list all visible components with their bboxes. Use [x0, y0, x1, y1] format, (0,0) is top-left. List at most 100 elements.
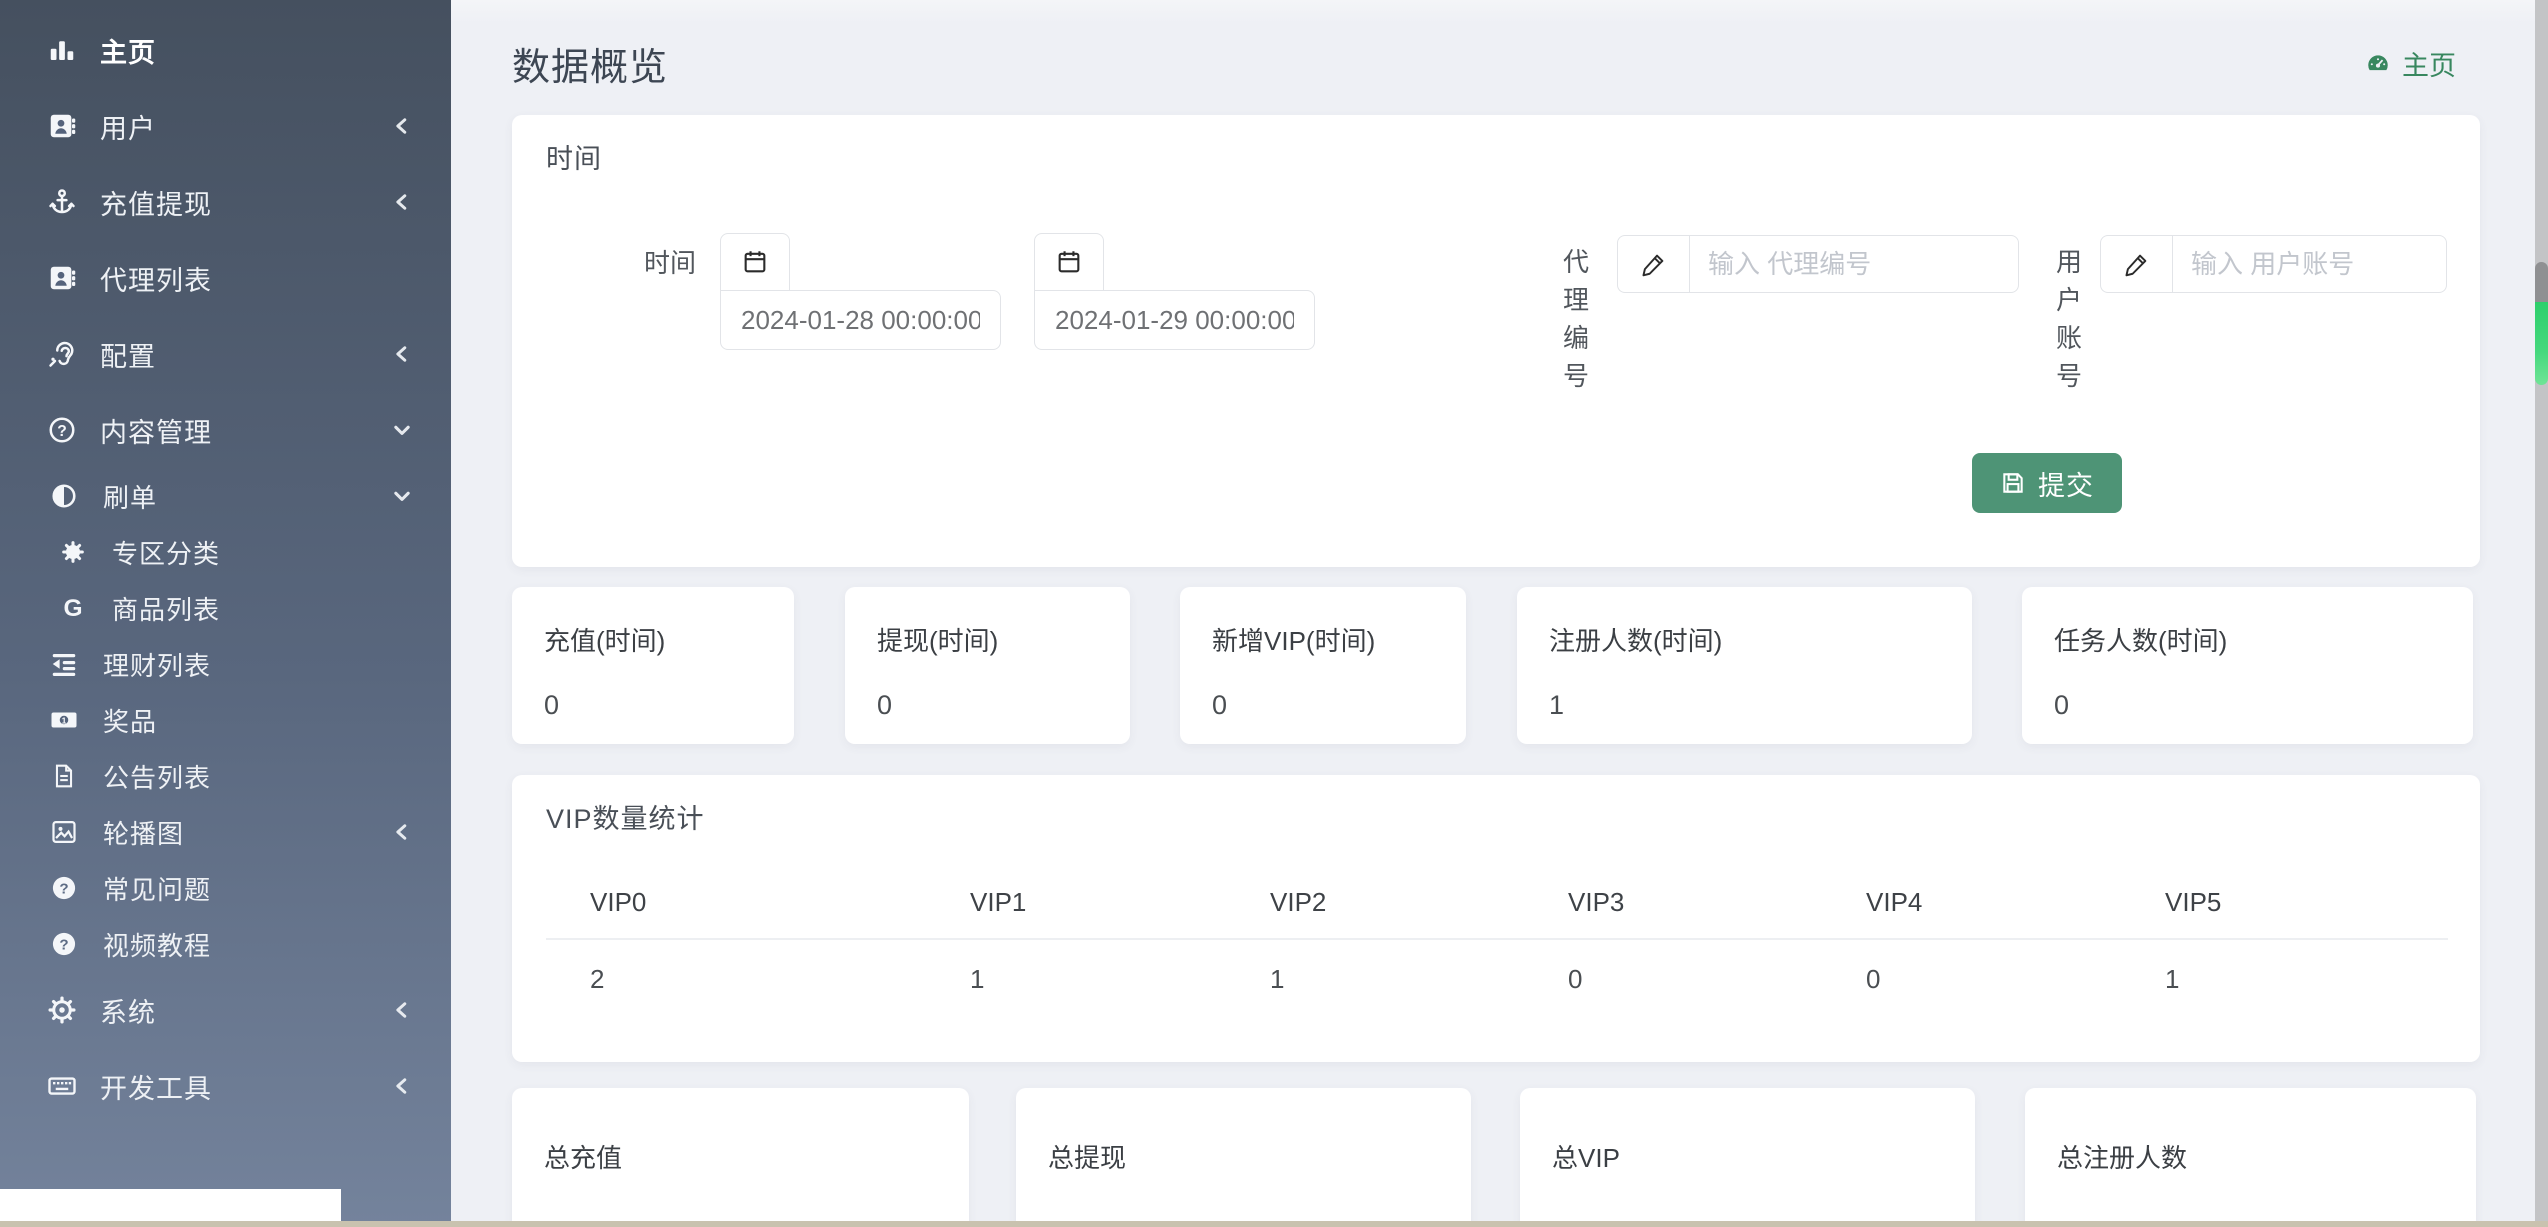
sidebar-item-content-mgmt[interactable]: ? 内容管理	[0, 392, 451, 468]
vertical-scrollbar-track[interactable]	[2535, 0, 2548, 1227]
sidebar-item-label: 轮播图	[103, 818, 185, 849]
image-icon	[48, 818, 80, 846]
svg-text:1: 1	[62, 716, 67, 725]
stat-card: 注册人数(时间) 1	[1517, 587, 1972, 744]
stat-card-label: 提现(时间)	[877, 626, 999, 656]
totals-row: 总充值 总提现 总VIP 总注册人数	[512, 1088, 2548, 1227]
vip-table: VIP0 VIP1 VIP2 VIP3 VIP4 VIP5 2 1 1 0 0 1	[546, 887, 2448, 995]
svg-text:?: ?	[59, 937, 68, 954]
sidebar-item-carousel[interactable]: 轮播图	[0, 804, 451, 860]
sidebar-item-users[interactable]: 用户	[0, 88, 451, 164]
breadcrumb-home-link[interactable]: 主页	[2363, 44, 2456, 83]
sidebar-item-agent-list[interactable]: 代理列表	[0, 240, 451, 316]
total-card: 总注册人数	[2025, 1088, 2476, 1227]
date-to-group	[1034, 233, 1315, 350]
sidebar-item-recharge-withdraw[interactable]: 充值提现	[0, 164, 451, 240]
vip-table-value-row: 2 1 1 0 0 1	[546, 939, 2448, 995]
date-to-input[interactable]	[1034, 290, 1315, 350]
stat-card-label: 注册人数(时间)	[1549, 626, 1723, 656]
sidebar-item-label: 视频教程	[103, 930, 212, 961]
certificate-icon	[58, 539, 88, 565]
sidebar-item-label: 系统	[100, 997, 156, 1028]
vip-column-header: VIP4	[1822, 887, 2121, 940]
total-card: 总充值	[512, 1088, 969, 1227]
user-account-label: 用户账号	[2056, 247, 2083, 391]
total-card-label: 总注册人数	[2057, 1143, 2188, 1173]
submit-button[interactable]: 提交	[1972, 453, 2122, 513]
date-from-input[interactable]	[720, 290, 1001, 350]
calendar-icon	[741, 248, 769, 276]
ear-listen-icon	[44, 339, 80, 369]
vip-column-header: VIP1	[926, 887, 1226, 940]
sidebar-item-prizes[interactable]: 1 奖品	[0, 692, 451, 748]
chevron-left-icon	[391, 115, 413, 137]
sidebar-item-label: 常见问题	[103, 874, 212, 905]
calendar-icon-button[interactable]	[720, 233, 790, 291]
stat-card: 新增VIP(时间) 0	[1180, 587, 1466, 744]
sidebar-item-zone-category[interactable]: 专区分类	[0, 524, 451, 580]
total-card: 总VIP	[1520, 1088, 1975, 1227]
sidebar-item-label: 充值提现	[100, 189, 212, 220]
gear-icon	[44, 995, 80, 1025]
vip-column-header: VIP2	[1226, 887, 1524, 940]
sidebar-item-label: 奖品	[103, 706, 158, 737]
user-account-group	[2100, 235, 2447, 293]
sidebar-item-label: 公告列表	[103, 762, 212, 793]
total-card: 总提现	[1016, 1088, 1471, 1227]
stat-card-value: 0	[1212, 690, 1228, 720]
money-bill-icon: 1	[48, 705, 80, 735]
indent-icon	[48, 649, 80, 679]
sidebar-item-faq[interactable]: ? 常见问题	[0, 860, 451, 916]
vip-column-value: 1	[1270, 964, 1285, 994]
chevron-left-icon	[391, 343, 413, 365]
sidebar-item-system[interactable]: 系统	[0, 972, 451, 1048]
address-book-icon	[44, 263, 80, 293]
sidebar-item-label: 用户	[100, 113, 156, 144]
scrollbar-thumb-gray	[2535, 262, 2548, 302]
chevron-left-icon	[391, 1075, 413, 1097]
sidebar-item-label: 商品列表	[112, 594, 221, 625]
agent-number-label: 代理编号	[1563, 247, 1590, 391]
sidebar-item-label: 代理列表	[100, 265, 212, 296]
vip-column-value: 1	[2165, 964, 2180, 994]
bar-chart-icon	[44, 35, 80, 65]
sidebar-bottom-panel	[0, 1189, 341, 1222]
sidebar-item-announcement-list[interactable]: 公告列表	[0, 748, 451, 804]
calendar-icon	[1055, 248, 1083, 276]
page-header: 数据概览 主页	[512, 36, 2456, 91]
vertical-scrollbar-thumb[interactable]	[2535, 262, 2548, 385]
date-from-group	[720, 233, 1001, 350]
vip-card-title: VIP数量统计	[546, 804, 705, 834]
anchor-icon	[44, 187, 80, 217]
save-icon	[2000, 470, 2026, 496]
sidebar-item-video-tutorial[interactable]: ? 视频教程	[0, 916, 451, 972]
scrollbar-thumb-green	[2535, 302, 2548, 385]
total-card-label: 总提现	[1048, 1143, 1127, 1173]
stat-card: 任务人数(时间) 0	[2022, 587, 2473, 744]
sidebar-item-config[interactable]: 配置	[0, 316, 451, 392]
stat-card-value: 0	[2054, 690, 2070, 720]
user-account-input[interactable]	[2172, 235, 2447, 293]
sidebar-item-product-list[interactable]: G 商品列表	[0, 580, 451, 636]
sidebar-item-brush-order[interactable]: 刷单	[0, 468, 451, 524]
svg-text:?: ?	[59, 881, 68, 898]
sidebar-item-dev-tools[interactable]: 开发工具	[0, 1048, 451, 1124]
vip-column-header: VIP3	[1524, 887, 1822, 940]
submit-button-label: 提交	[2038, 470, 2094, 501]
sidebar-item-finance-list[interactable]: 理财列表	[0, 636, 451, 692]
agent-number-input[interactable]	[1689, 235, 2019, 293]
chevron-left-icon	[391, 191, 413, 213]
stats-row: 充值(时间) 0 提现(时间) 0 新增VIP(时间) 0 注册人数(时间) 1 任务人数(时间…	[512, 587, 2548, 744]
question-circle-solid-icon: ?	[48, 874, 80, 902]
sidebar-item-label: 理财列表	[103, 650, 212, 681]
sidebar-item-home[interactable]: 主页	[0, 12, 451, 88]
stat-card-label: 任务人数(时间)	[2054, 626, 2228, 656]
chevron-left-icon	[391, 999, 413, 1021]
chevron-left-icon	[391, 821, 413, 843]
total-card-label: 总VIP	[1552, 1143, 1620, 1173]
adjust-icon	[48, 482, 80, 510]
vip-column-value: 2	[590, 964, 605, 994]
sidebar-item-label: 开发工具	[100, 1073, 212, 1104]
calendar-icon-button[interactable]	[1034, 233, 1104, 291]
vip-column-header: VIP5	[2121, 887, 2448, 940]
